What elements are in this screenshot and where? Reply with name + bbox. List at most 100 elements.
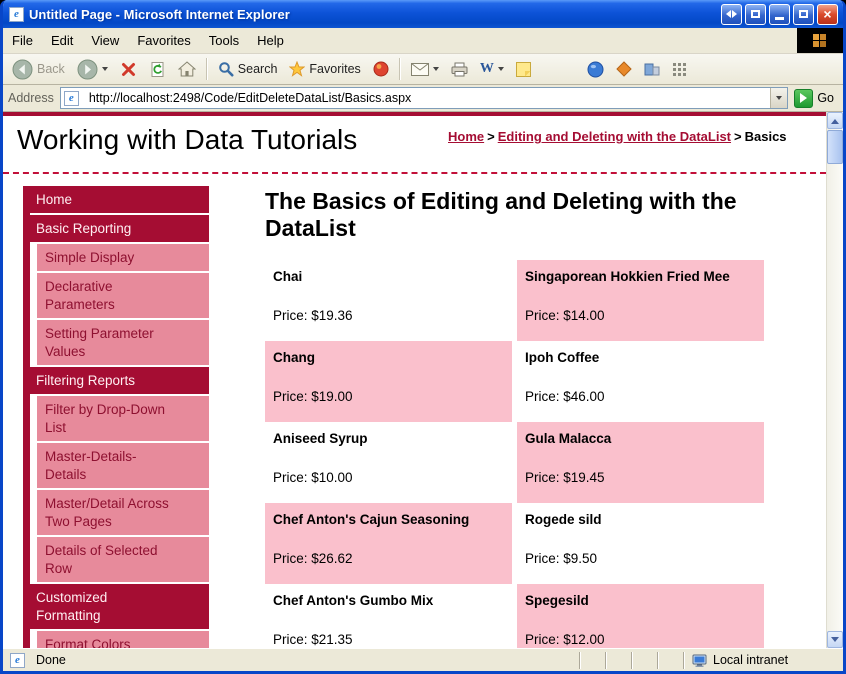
status-pane	[605, 651, 631, 669]
refresh-button[interactable]	[144, 59, 171, 80]
home-button[interactable]	[173, 59, 201, 79]
breadcrumb-home-link[interactable]: Home	[448, 129, 484, 144]
breadcrumb-separator: >	[734, 129, 742, 144]
address-dropdown-button[interactable]	[770, 88, 788, 108]
status-page-icon: e	[10, 652, 25, 668]
vertical-scrollbar[interactable]	[826, 112, 843, 648]
menu-view[interactable]: View	[82, 28, 128, 53]
sidebar-item-details-of-selected-row[interactable]: Details of Selected Row	[37, 537, 209, 582]
sidebar-nav: Home Basic Reporting Simple Display Decl…	[23, 186, 209, 648]
breadcrumb-current: Basics	[744, 129, 787, 144]
sidebar-item-declarative-parameters[interactable]: Declarative Parameters	[37, 273, 209, 318]
page-body: Home Basic Reporting Simple Display Decl…	[3, 174, 826, 648]
main-content: The Basics of Editing and Deleting with …	[265, 186, 788, 648]
back-icon	[12, 59, 33, 80]
product-price: Price: $14.00	[525, 308, 605, 323]
close-button[interactable]: ×	[817, 3, 838, 25]
product-price: Price: $19.36	[273, 308, 353, 323]
product-cell: Rogede sild Price: $9.50	[517, 503, 764, 584]
favorites-label: Favorites	[309, 62, 361, 76]
restore-button[interactable]	[793, 3, 814, 25]
product-price: Price: $46.00	[525, 389, 605, 404]
edit-with-word-button[interactable]: W	[475, 59, 509, 79]
scroll-up-button[interactable]	[827, 112, 843, 129]
sidebar-item-master-details-details[interactable]: Master-Details-Details	[37, 443, 209, 488]
page-favicon: e	[63, 90, 79, 106]
favorites-button[interactable]: Favorites	[284, 59, 365, 79]
windows-logo-icon	[797, 28, 843, 53]
scroll-track[interactable]	[827, 165, 843, 631]
product-cell: Chai Price: $19.36	[265, 260, 512, 341]
scroll-thumb[interactable]	[827, 130, 843, 164]
product-cell: Singaporean Hokkien Fried Mee Price: $14…	[517, 260, 764, 341]
breadcrumb: Home > Editing and Deleting with the DataL…	[448, 124, 790, 172]
breadcrumb-section-link[interactable]: Editing and Deleting with the DataList	[498, 129, 731, 144]
product-cell: Chang Price: $19.00	[265, 341, 512, 422]
window-arrows-button[interactable]	[721, 3, 742, 25]
mail-icon	[410, 62, 429, 76]
product-name: Chai	[273, 269, 303, 284]
go-arrow-icon	[794, 88, 814, 108]
window-title: Untitled Page - Microsoft Internet Explo…	[29, 6, 290, 22]
product-price: Price: $19.00	[273, 389, 353, 404]
search-button[interactable]: Search	[213, 59, 283, 79]
minimize-button[interactable]	[769, 3, 790, 25]
sidebar-item-simple-display[interactable]: Simple Display	[37, 244, 209, 271]
sidebar-item-home[interactable]: Home	[23, 186, 209, 213]
blocks-icon	[644, 62, 660, 77]
page-title: The Basics of Editing and Deleting with …	[265, 188, 737, 241]
ie-page-icon: e	[9, 6, 24, 22]
forward-dropdown-icon	[101, 67, 108, 74]
word-icon: W	[479, 61, 494, 76]
sidebar-item-format-colors[interactable]: Format Colors	[37, 631, 209, 648]
standard-toolbar: Back Search Favorites W	[3, 54, 843, 85]
sidebar-item-setting-parameter-values[interactable]: Setting Parameter Values	[37, 320, 209, 365]
zone-text: Local intranet	[713, 653, 789, 667]
media-ball-icon	[373, 61, 389, 77]
address-url: http://localhost:2498/Code/EditDeleteDat…	[88, 91, 412, 105]
dotted-grid-icon	[672, 62, 687, 77]
messenger-button[interactable]	[582, 59, 609, 80]
forward-button[interactable]	[72, 57, 113, 82]
research-button[interactable]	[611, 59, 637, 79]
menu-tools[interactable]: Tools	[200, 28, 248, 53]
grid-button[interactable]	[667, 60, 692, 79]
product-price: Price: $12.00	[525, 632, 605, 647]
sidebar-item-basic-reporting[interactable]: Basic Reporting	[23, 215, 209, 242]
address-input[interactable]: e http://localhost:2498/Code/EditDeleteD…	[59, 87, 789, 109]
product-name: Chef Anton's Cajun Seasoning	[273, 512, 470, 527]
sidebar-item-filter-by-drop-down-list[interactable]: Filter by Drop-Down List	[37, 396, 209, 441]
window-pane-button[interactable]	[745, 3, 766, 25]
menu-file[interactable]: File	[3, 28, 42, 53]
product-cell: Chef Anton's Cajun Seasoning Price: $26.…	[265, 503, 512, 584]
menu-bar: File Edit View Favorites Tools Help	[3, 28, 843, 54]
address-bar: Address e http://localhost:2498/Code/Edi…	[3, 85, 843, 112]
status-pane	[579, 651, 605, 669]
product-name: Singaporean Hokkien Fried Mee	[525, 269, 730, 284]
stop-icon	[120, 61, 137, 78]
back-button[interactable]: Back	[7, 57, 70, 82]
print-button[interactable]	[446, 60, 473, 79]
product-name: Ipoh Coffee	[525, 350, 600, 365]
status-bar: e Done Local intranet	[3, 648, 843, 671]
blocks-button[interactable]	[639, 60, 665, 79]
back-label: Back	[37, 62, 65, 76]
media-button[interactable]	[368, 59, 394, 79]
menu-favorites[interactable]: Favorites	[128, 28, 199, 53]
product-name: Aniseed Syrup	[273, 431, 368, 446]
home-icon	[177, 61, 196, 77]
sidebar-item-customized-formatting[interactable]: Customized Formatting	[23, 584, 209, 629]
title-bar: e Untitled Page - Microsoft Internet Exp…	[3, 0, 843, 28]
stop-button[interactable]	[115, 59, 142, 80]
favorites-star-icon	[289, 61, 306, 77]
menu-help[interactable]: Help	[248, 28, 293, 53]
sidebar-item-filtering-reports[interactable]: Filtering Reports	[23, 367, 209, 394]
discuss-button[interactable]	[511, 60, 536, 79]
sidebar-item-master-detail-across-two-pages[interactable]: Master/Detail Across Two Pages	[37, 490, 209, 535]
mail-button[interactable]	[406, 61, 444, 78]
messenger-sphere-icon	[587, 61, 604, 78]
menu-edit[interactable]: Edit	[42, 28, 82, 53]
search-label: Search	[237, 62, 278, 76]
go-button[interactable]: Go	[794, 88, 838, 108]
scroll-down-button[interactable]	[827, 631, 843, 648]
